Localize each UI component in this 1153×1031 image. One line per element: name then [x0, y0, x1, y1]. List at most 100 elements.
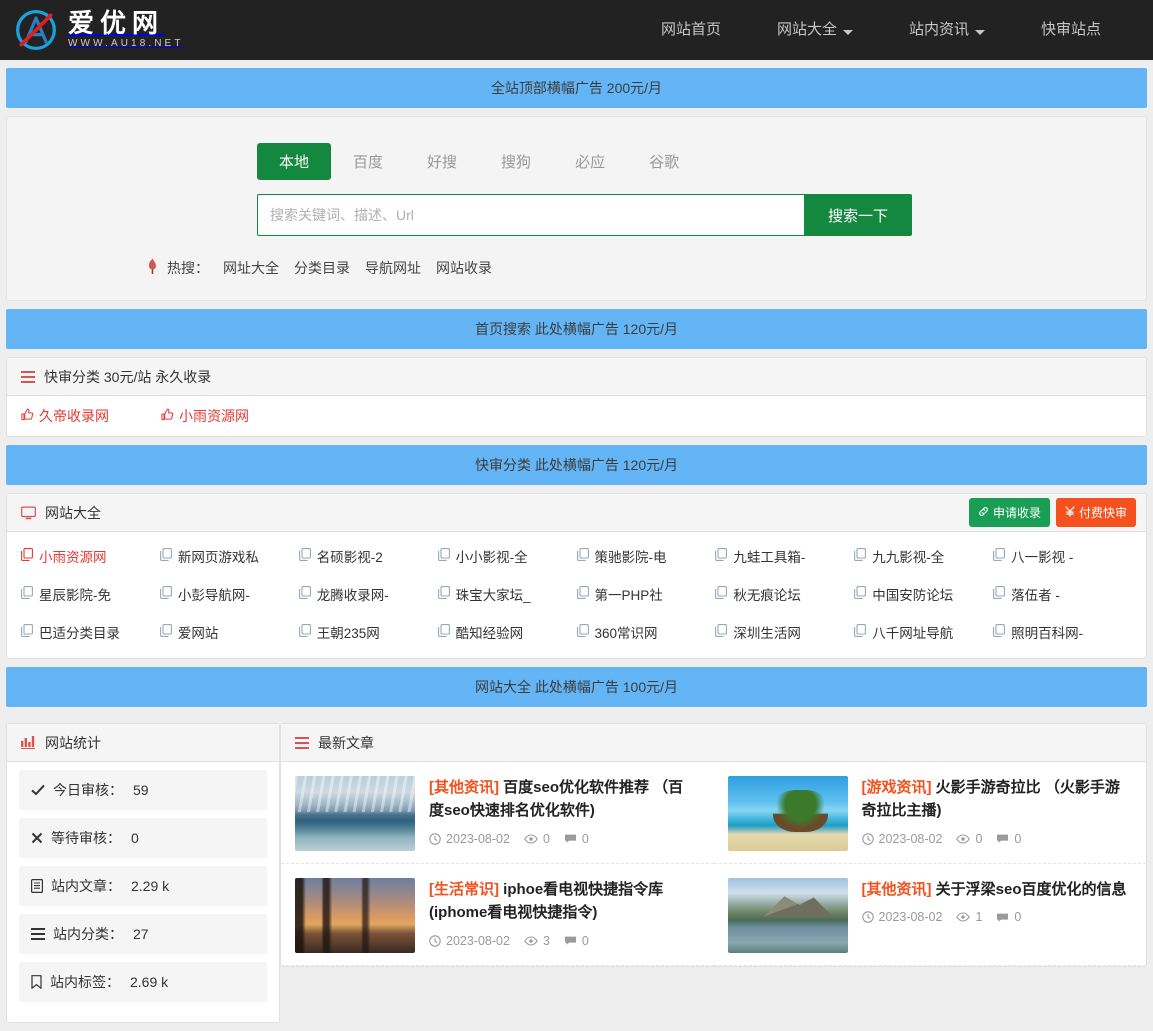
search-submit-button[interactable]: 搜索一下 — [804, 194, 912, 236]
article-comments: 0 — [1014, 831, 1022, 846]
search-panel: 本地 百度 好搜 搜狗 必应 谷歌 搜索一下 热搜： 网址大全 分类目录 导航网… — [6, 116, 1147, 301]
site-link[interactable]: 360常识网 — [576, 622, 716, 642]
engine-tab-local[interactable]: 本地 — [257, 143, 332, 180]
site-link-label: 小彭导航网- — [177, 588, 250, 603]
document-copy-icon — [437, 586, 450, 602]
thumbs-up-icon — [21, 408, 34, 424]
article-title-link[interactable]: [其他资讯] 关于浮梁seo百度优化的信息 — [862, 878, 1131, 901]
site-link[interactable]: 爱网站 — [159, 622, 299, 642]
apply-inclusion-button[interactable]: 申请收录 — [968, 498, 1050, 527]
document-copy-icon — [854, 548, 867, 564]
ad-banner-home-search[interactable]: 首页搜索 此处横幅广告 120元/月 — [6, 309, 1147, 349]
stat-value: 59 — [133, 782, 149, 798]
document-copy-icon — [715, 586, 728, 602]
hot-keyword-link[interactable]: 导航网址 — [362, 258, 424, 278]
eye-icon — [956, 833, 971, 844]
quick-audit-links: 久帝收录网 小雨资源网 — [7, 396, 1146, 436]
engine-tab-baidu[interactable]: 百度 — [331, 143, 405, 180]
site-link[interactable]: 小彭导航网- — [159, 584, 299, 604]
document-copy-icon — [576, 624, 589, 640]
article-comments: 0 — [1014, 910, 1022, 925]
article-thumbnail[interactable] — [295, 878, 415, 953]
engine-tab-sogou[interactable]: 搜狗 — [479, 143, 553, 180]
site-link[interactable]: 落伍者 - — [993, 584, 1132, 604]
article-thumbnail[interactable] — [727, 776, 848, 851]
site-link[interactable]: 小雨资源网 — [21, 546, 160, 566]
document-copy-icon — [715, 548, 728, 564]
site-link[interactable]: 九蛙工具箱- — [715, 546, 854, 566]
paid-quick-audit-button[interactable]: 付费快审 — [1055, 498, 1136, 527]
cross-icon — [31, 832, 43, 844]
chevron-down-icon — [842, 29, 853, 35]
document-copy-icon — [715, 624, 728, 640]
site-link-label: 珠宝大家坛_ — [455, 588, 531, 603]
site-logo-link[interactable]: 爱优网 WWW.AU18.NET — [14, 8, 184, 52]
site-link[interactable]: 策驰影院-电 — [576, 546, 716, 566]
menu-lines-icon — [31, 928, 45, 940]
nav-item-quick-audit[interactable]: 快审站点 — [1013, 0, 1129, 60]
document-copy-icon — [159, 548, 172, 564]
stat-item-tags: 站内标签： 2.69 k — [19, 962, 267, 1002]
article-thumbnail[interactable] — [295, 776, 415, 851]
nav-item-directory[interactable]: 网站大全 — [749, 0, 881, 60]
site-link-label: 龙腾收录网- — [316, 588, 389, 603]
site-link[interactable]: 巴适分类目录 — [21, 622, 160, 642]
site-link[interactable]: 酷知经验网 — [437, 622, 577, 642]
nav-item-news[interactable]: 站内资讯 — [881, 0, 1013, 60]
nav-item-home[interactable]: 网站首页 — [633, 0, 749, 60]
article-item[interactable]: [游戏资讯] 火影手游奇拉比 （火影手游奇拉比主播) 2023-08-02 0 … — [713, 762, 1146, 864]
site-link-label: 小雨资源网 — [39, 550, 107, 565]
site-link[interactable]: 八千网址导航 — [854, 622, 993, 642]
site-link[interactable]: 新网页游戏私 — [159, 546, 299, 566]
article-category: [其他资讯] — [429, 779, 499, 796]
quick-audit-link-jiudi[interactable]: 久帝收录网 — [21, 406, 161, 426]
article-item[interactable]: [其他资讯] 关于浮梁seo百度优化的信息 2023-08-02 1 0 — [713, 864, 1146, 966]
article-item[interactable]: [生活常识] iphoe看电视快捷指令库 (iphome看电视快捷指令) 202… — [281, 864, 714, 966]
site-link[interactable]: 珠宝大家坛_ — [437, 584, 577, 604]
site-link[interactable]: 九九影视-全 — [854, 546, 993, 566]
stat-value: 2.29 k — [131, 878, 170, 894]
article-thumbnail[interactable] — [727, 878, 848, 953]
site-link[interactable]: 星辰影院-免 — [21, 584, 160, 604]
latest-articles-panel: 最新文章 [其他资讯] 百度seo优化软件推荐 （百度seo快速排名优化软件) … — [280, 723, 1147, 967]
document-copy-icon — [993, 624, 1006, 640]
ad-banner-top[interactable]: 全站顶部横幅广告 200元/月 — [6, 68, 1147, 108]
chevron-down-icon — [974, 29, 985, 35]
site-link-label: 秋无痕论坛 — [733, 588, 801, 603]
article-item[interactable]: [其他资讯] 百度seo优化软件推荐 （百度seo快速排名优化软件) 2023-… — [281, 762, 714, 864]
site-link[interactable]: 照明百科网- — [993, 622, 1132, 642]
site-link[interactable]: 第一PHP社 — [576, 584, 716, 604]
ad-banner-directory[interactable]: 网站大全 此处横幅广告 100元/月 — [6, 667, 1147, 707]
article-title-link[interactable]: [游戏资讯] 火影手游奇拉比 （火影手游奇拉比主播) — [862, 776, 1131, 823]
hot-keyword-link[interactable]: 网站收录 — [433, 258, 495, 278]
engine-tab-haosou[interactable]: 好搜 — [405, 143, 479, 180]
site-link[interactable]: 秋无痕论坛 — [715, 584, 854, 604]
site-link[interactable]: 深圳生活网 — [715, 622, 854, 642]
quick-audit-link-xiaoyu[interactable]: 小雨资源网 — [161, 406, 301, 426]
engine-tab-google[interactable]: 谷歌 — [627, 143, 701, 180]
hot-keyword-link[interactable]: 分类目录 — [291, 258, 353, 278]
site-link[interactable]: 中国安防论坛 — [854, 584, 993, 604]
site-link[interactable]: 八一影视 - — [993, 546, 1132, 566]
article-title-link[interactable]: [其他资讯] 百度seo优化软件推荐 （百度seo快速排名优化软件) — [429, 776, 698, 823]
site-stats-header: 网站统计 — [7, 724, 279, 762]
search-input[interactable] — [257, 194, 804, 236]
site-link-label: 八千网址导航 — [872, 626, 954, 641]
hot-keyword-link[interactable]: 网址大全 — [220, 258, 282, 278]
article-comments: 0 — [581, 933, 589, 948]
apply-inclusion-label: 申请收录 — [992, 506, 1041, 520]
site-link[interactable]: 龙腾收录网- — [298, 584, 438, 604]
link-icon — [978, 506, 989, 520]
stat-item-pending-review: 等待审核： 0 — [19, 818, 267, 858]
document-copy-icon — [298, 624, 311, 640]
site-link-label: 爱网站 — [177, 626, 219, 641]
article-title-link[interactable]: [生活常识] iphoe看电视快捷指令库 (iphome看电视快捷指令) — [429, 878, 698, 925]
site-link[interactable]: 小小影视-全 — [437, 546, 577, 566]
engine-tab-bing[interactable]: 必应 — [553, 143, 627, 180]
site-link[interactable]: 名硕影视-2 — [298, 546, 438, 566]
ad-banner-quick-audit[interactable]: 快审分类 此处横幅广告 120元/月 — [6, 445, 1147, 485]
article-date: 2023-08-02 — [878, 910, 943, 925]
article-comments: 0 — [581, 831, 589, 846]
site-link-label: 王朝235网 — [316, 626, 380, 641]
site-link[interactable]: 王朝235网 — [298, 622, 438, 642]
